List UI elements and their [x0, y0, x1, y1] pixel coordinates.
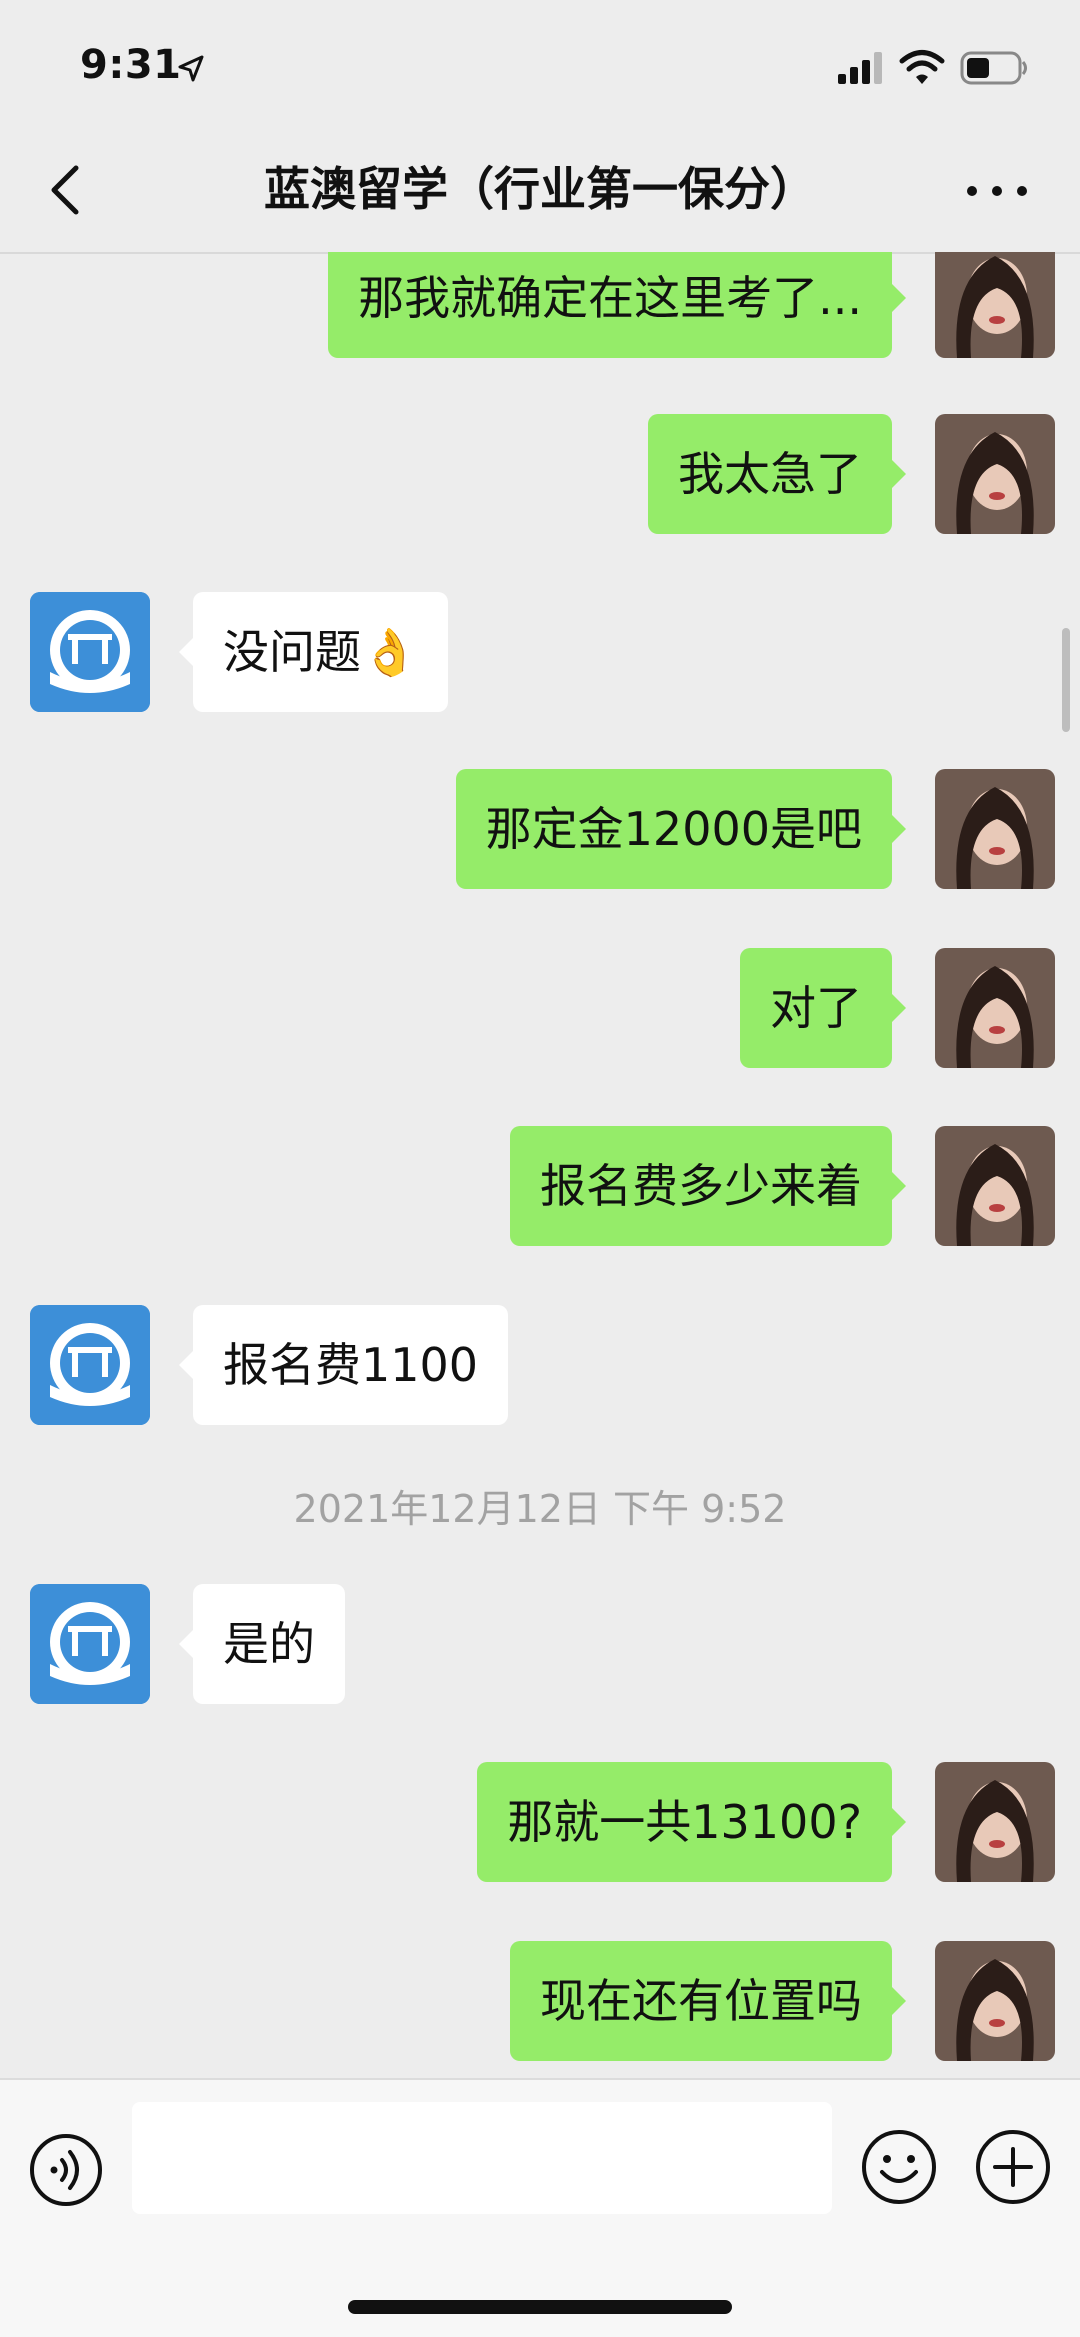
cellular-signal-icon: [838, 52, 882, 84]
input-bar: [0, 2078, 1080, 2337]
message-input[interactable]: [132, 2102, 832, 2214]
user-avatar[interactable]: [935, 1762, 1055, 1882]
chat-timestamp: 2021年12月12日 下午 9:52: [293, 1487, 787, 1531]
user-avatar[interactable]: [935, 769, 1055, 889]
location-arrow-icon: [178, 55, 204, 82]
contact-avatar[interactable]: [30, 1584, 150, 1704]
outgoing-message[interactable]: 现在还有位置吗: [510, 1941, 906, 2061]
user-avatar[interactable]: [935, 948, 1055, 1068]
outgoing-message[interactable]: 那我就确定在这里考了...: [328, 252, 906, 358]
outgoing-message[interactable]: 那就一共13100?: [477, 1762, 906, 1882]
message-list[interactable]: 那我就确定在这里考了... 我太急了 没问题👌 那定金12000是吧 对了 报名…: [0, 252, 1080, 2078]
user-avatar[interactable]: [935, 1941, 1055, 2061]
more-options-icon[interactable]: [962, 176, 1032, 206]
incoming-message[interactable]: 是的: [179, 1584, 345, 1704]
outgoing-message[interactable]: 对了: [740, 948, 906, 1068]
wifi-icon: [899, 50, 945, 84]
home-indicator[interactable]: [348, 2300, 732, 2314]
outgoing-message[interactable]: 报名费多少来着: [510, 1126, 906, 1246]
emoji-icon[interactable]: [860, 2128, 938, 2206]
chat-title: 蓝澳留学（行业第一保分）: [264, 162, 816, 216]
user-avatar[interactable]: [935, 1126, 1055, 1246]
user-avatar[interactable]: [935, 414, 1055, 534]
user-avatar[interactable]: [935, 252, 1055, 358]
contact-avatar[interactable]: [30, 1305, 150, 1425]
outgoing-message[interactable]: 那定金12000是吧: [455, 769, 907, 889]
wechat-chat-screen: 9:31 蓝澳留学（行业第一保分） 那我就确定在这里考了... 我太急了 没问题…: [0, 0, 1080, 2337]
outgoing-message[interactable]: 我太急了: [648, 414, 906, 534]
scrollbar[interactable]: [1062, 628, 1070, 732]
chat-header: 蓝澳留学（行业第一保分）: [0, 130, 1080, 254]
plus-icon[interactable]: [974, 2128, 1052, 2206]
status-time: 9:31: [80, 42, 182, 88]
battery-icon: [960, 51, 1027, 85]
incoming-message[interactable]: 报名费1100: [178, 1305, 509, 1425]
voice-icon[interactable]: [28, 2132, 104, 2208]
back-chevron-icon[interactable]: [46, 160, 86, 220]
status-bar: 9:31: [0, 0, 1080, 130]
contact-avatar[interactable]: [30, 592, 150, 712]
incoming-message[interactable]: 没问题👌: [178, 592, 449, 712]
